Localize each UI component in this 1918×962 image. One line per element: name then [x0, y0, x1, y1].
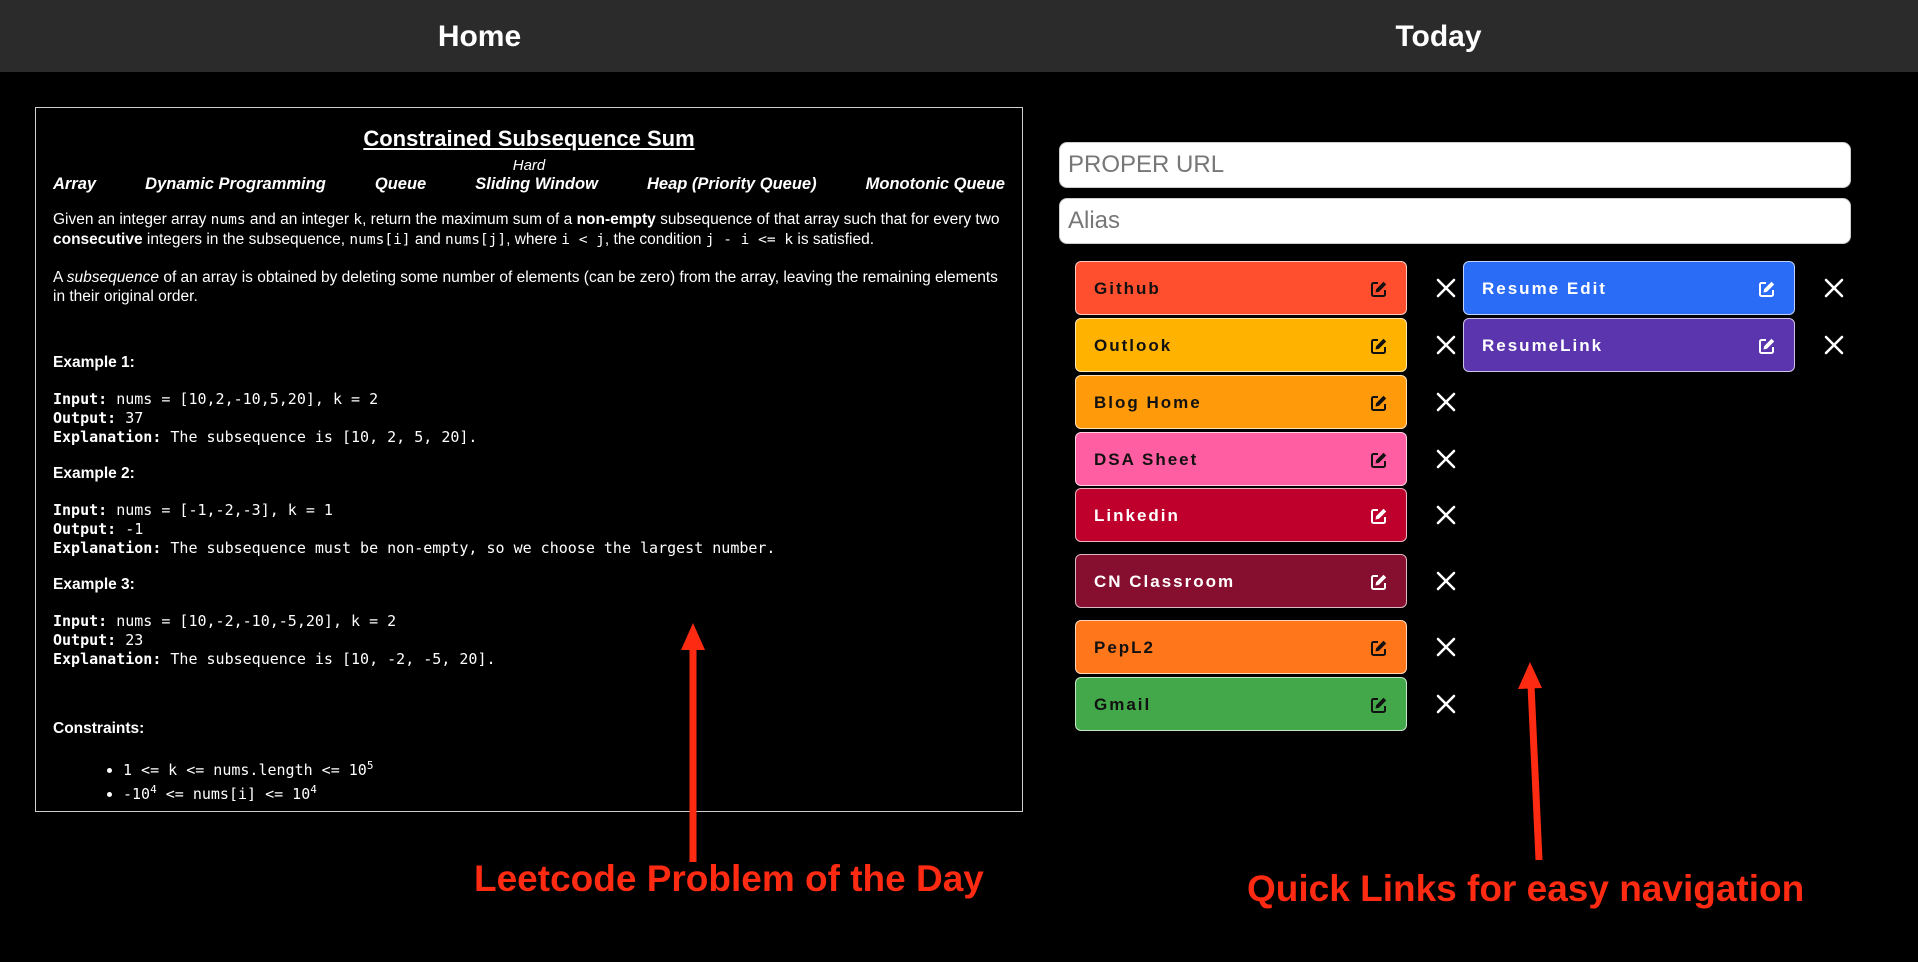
problem-of-the-day-panel[interactable]: Constrained Subsequence Sum Hard Array D… [35, 107, 1023, 812]
delete-link-icon[interactable] [1431, 387, 1461, 417]
quick-link-label: ResumeLink [1482, 336, 1604, 355]
quick-link[interactable]: Resume Edit [1463, 261, 1795, 315]
quick-link[interactable]: Linkedin [1075, 488, 1407, 542]
delete-link-icon[interactable] [1431, 632, 1461, 662]
quick-link[interactable]: Gmail [1075, 677, 1407, 731]
quick-link-label: PepL2 [1094, 638, 1156, 657]
edit-icon[interactable] [1370, 573, 1388, 591]
quick-link-label: Resume Edit [1482, 279, 1607, 298]
quick-link-label: Outlook [1094, 336, 1173, 355]
topic-tag: Monotonic Queue [865, 175, 1005, 193]
topic-tag: Heap (Priority Queue) [646, 175, 817, 193]
quick-link[interactable]: Github [1075, 261, 1407, 315]
example-block: Input: nums = [10,2,-10,5,20], k = 2 Out… [53, 390, 478, 446]
delete-link-icon[interactable] [1431, 444, 1461, 474]
delete-link-icon[interactable] [1431, 689, 1461, 719]
edit-icon[interactable] [1370, 507, 1388, 525]
quick-link[interactable]: CN Classroom [1075, 554, 1407, 608]
problem-difficulty: Hard [512, 157, 546, 174]
delete-link-icon[interactable] [1431, 330, 1461, 360]
annotation-problem-of-the-day: Leetcode Problem of the Day [474, 858, 984, 899]
problem-title[interactable]: Constrained Subsequence Sum [53, 126, 1005, 152]
example-heading: Example 1: [53, 354, 135, 371]
annotation-quick-links: Quick Links for easy navigation [1247, 868, 1805, 909]
quick-link-label: Blog Home [1094, 393, 1202, 412]
delete-link-icon[interactable] [1431, 273, 1461, 303]
delete-link-icon[interactable] [1819, 273, 1849, 303]
problem-description: Given an integer array nums and an integ… [53, 211, 1000, 248]
tab-home[interactable]: Home [0, 0, 959, 72]
edit-icon[interactable] [1370, 280, 1388, 298]
quick-link-label: Linkedin [1094, 506, 1180, 525]
topic-tag: Queue [374, 175, 427, 193]
quick-link[interactable]: Blog Home [1075, 375, 1407, 429]
quick-link-label: CN Classroom [1094, 572, 1236, 591]
edit-icon[interactable] [1370, 337, 1388, 355]
alias-input[interactable] [1059, 198, 1851, 244]
top-nav-bar: Home Today [0, 0, 1918, 72]
arrow-to-links-line [1527, 684, 1543, 861]
quick-link[interactable]: DSA Sheet [1075, 432, 1407, 486]
edit-icon[interactable] [1758, 337, 1776, 355]
delete-link-icon[interactable] [1431, 566, 1461, 596]
topic-tag: Dynamic Programming [145, 175, 326, 193]
delete-link-icon[interactable] [1819, 330, 1849, 360]
problem-description-subsequence: A subsequence of an array is obtained by… [53, 269, 998, 305]
example-heading: Example 2: [53, 465, 135, 482]
tab-today[interactable]: Today [959, 0, 1918, 72]
edit-icon[interactable] [1370, 639, 1388, 657]
quick-link-label: Gmail [1094, 695, 1152, 714]
edit-icon[interactable] [1370, 696, 1388, 714]
constraint-item: -104 <= nums[i] <= 104 [123, 780, 1005, 804]
constraints-list: 1 <= k <= nums.length <= 105 -104 <= num… [123, 756, 1005, 804]
quick-link-label: Github [1094, 279, 1161, 298]
delete-link-icon[interactable] [1431, 500, 1461, 530]
edit-icon[interactable] [1370, 394, 1388, 412]
example-block: Input: nums = [10,-2,-10,-5,20], k = 2 O… [53, 612, 496, 668]
constraints-heading: Constraints: [53, 720, 145, 737]
url-input[interactable] [1059, 142, 1851, 188]
example-block: Input: nums = [-1,-2,-3], k = 1 Output: … [53, 501, 776, 557]
quick-link[interactable]: PepL2 [1075, 620, 1407, 674]
constraint-item: 1 <= k <= nums.length <= 105 [123, 756, 1005, 780]
topic-tag: Sliding Window [475, 175, 598, 193]
topic-tag: Array [53, 175, 97, 193]
quick-link[interactable]: ResumeLink [1463, 318, 1795, 372]
quick-link-label: DSA Sheet [1094, 450, 1199, 469]
arrow-to-links-head [1518, 662, 1542, 689]
edit-icon[interactable] [1758, 280, 1776, 298]
quick-link[interactable]: Outlook [1075, 318, 1407, 372]
topic-tags: Array Dynamic Programming Queue Sliding … [53, 175, 1005, 194]
example-heading: Example 3: [53, 576, 135, 593]
edit-icon[interactable] [1370, 451, 1388, 469]
